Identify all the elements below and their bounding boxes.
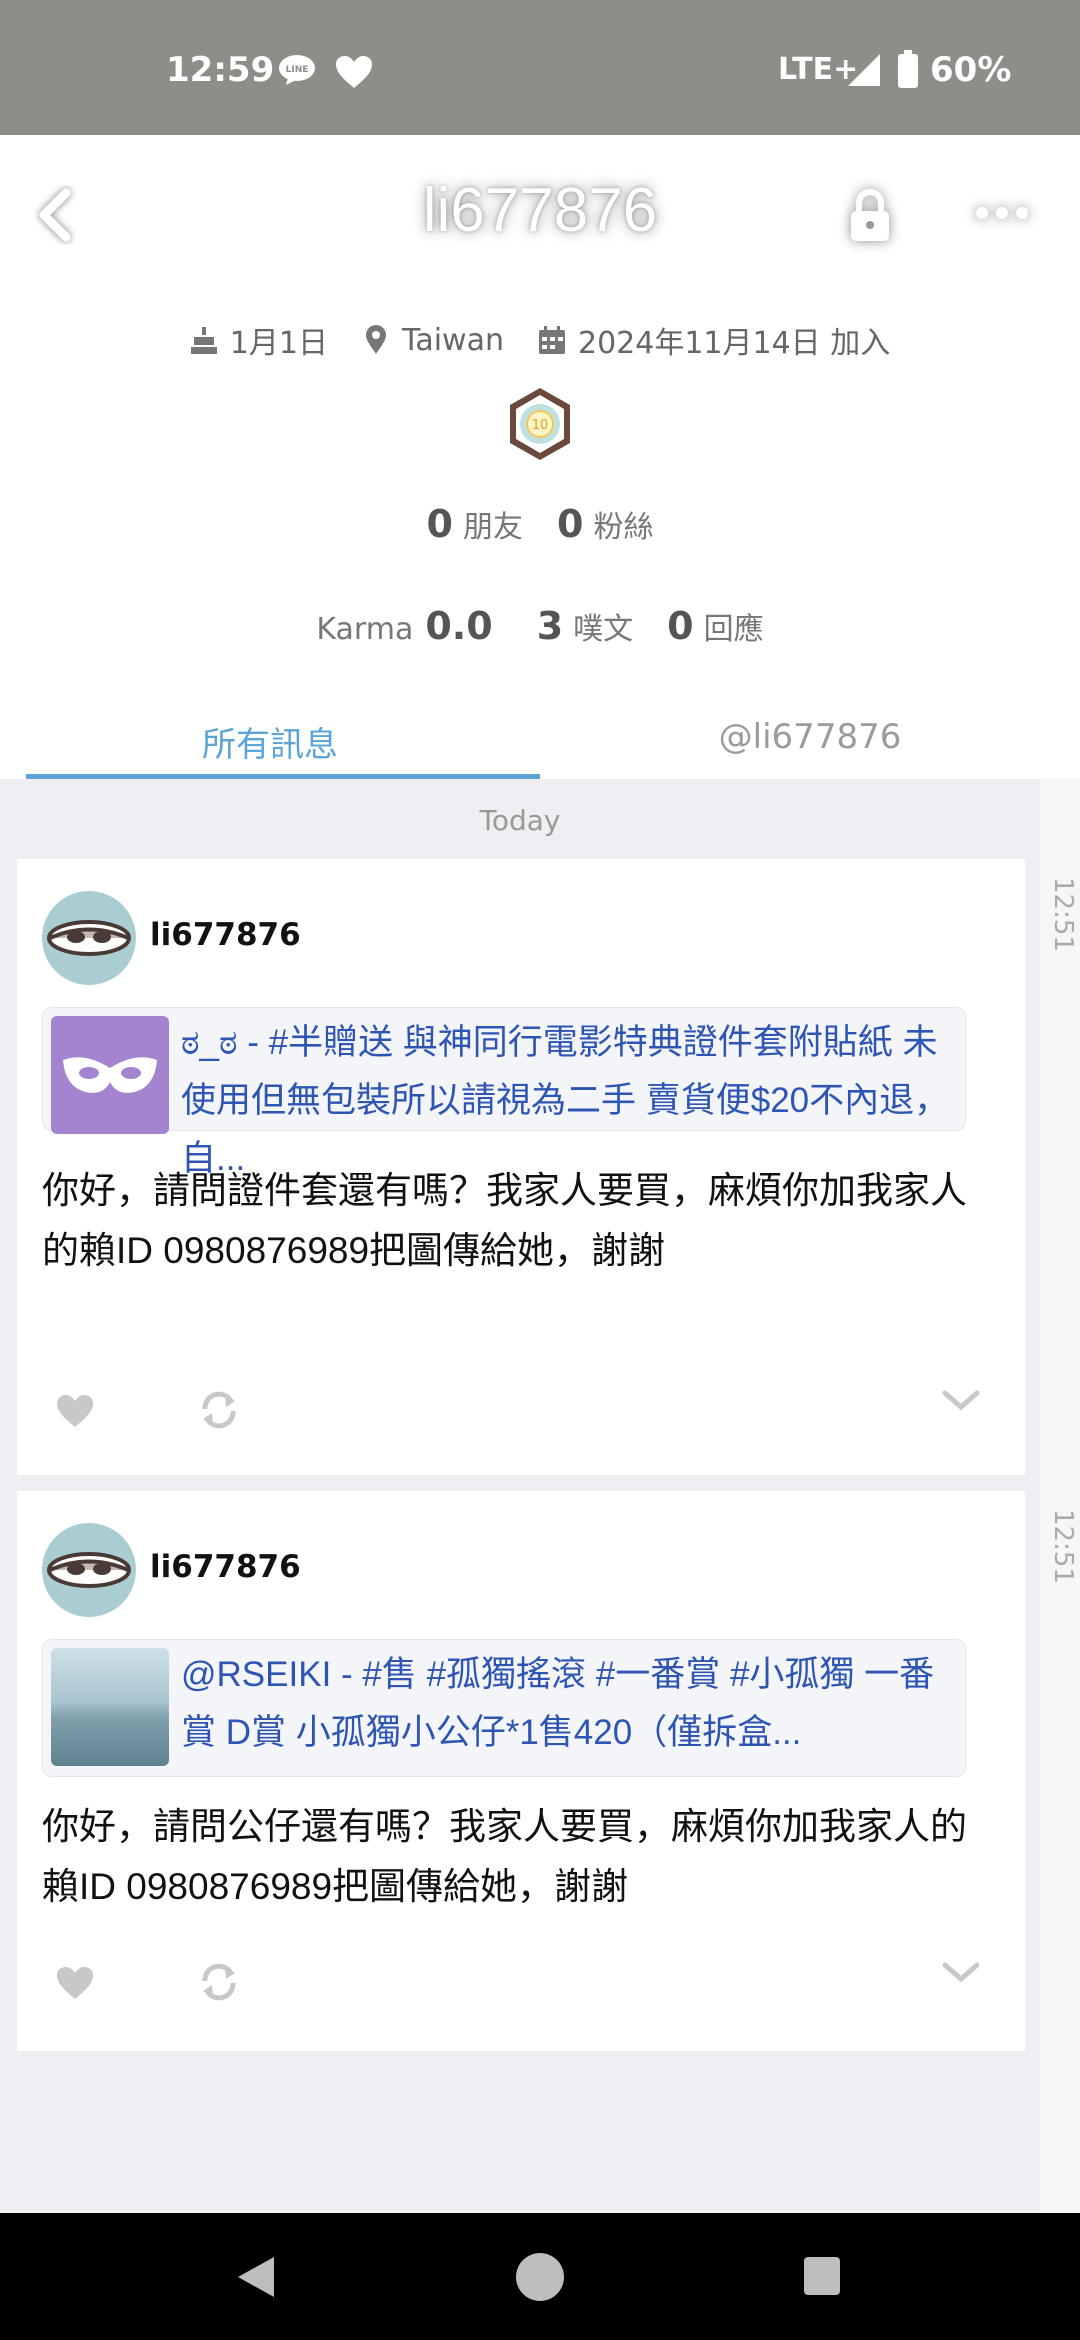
timeline-strip [1040, 779, 1080, 2213]
birthday-info: 1月1日 [190, 318, 328, 362]
nav-back-icon[interactable] [234, 2253, 278, 2301]
avatar[interactable] [42, 1523, 136, 1617]
line-app-icon: LINE [279, 55, 315, 85]
fans-stat[interactable]: 0 粉絲 [557, 502, 653, 546]
status-bar: 12:59 LINE LTE+ 60% [0, 0, 1080, 135]
status-time: 12:59 [166, 50, 275, 90]
fans-label: 粉絲 [593, 510, 654, 545]
page-title: li677876 [422, 176, 658, 245]
nav-home-icon[interactable] [514, 2251, 566, 2303]
friends-stat[interactable]: 0 朋友 [427, 502, 523, 546]
quoted-plurk[interactable]: ಠ_ಠ - #半贈送 與神同行電影特典證件套附貼紙 未使用但無包裝所以請視為二手… [42, 1007, 966, 1178]
friends-fans-row: 0 朋友 0 粉絲 [0, 502, 1080, 546]
avatar[interactable] [42, 891, 136, 985]
post-author[interactable]: li677876 [150, 1549, 301, 1585]
post-time: 12:51 [1048, 877, 1078, 952]
post-author[interactable]: li677876 [150, 917, 301, 953]
plurks-stat: 3 噗文 [537, 604, 633, 648]
svg-text:LINE: LINE [286, 65, 309, 75]
fans-count: 0 [557, 502, 584, 546]
profile-tabs: 所有訊息 @li677876 [0, 705, 1080, 779]
responses-count: 0 [667, 604, 694, 648]
friends-label: 朋友 [463, 510, 523, 545]
battery-percent: 60% [930, 50, 1012, 90]
system-navigation-bar [0, 2213, 1080, 2340]
signal-icon [848, 54, 880, 86]
date-separator: Today [479, 804, 561, 837]
post-body: 你好，請問證件套還有嗎？我家人要買，麻煩你加我家人的賴ID 0980876989… [42, 1170, 967, 1271]
post-body: 你好，請問公仔還有嗎？我家人要買，麻煩你加我家人的賴ID 0980876989把… [42, 1806, 967, 1907]
responses-label: 回應 [703, 612, 764, 647]
timeline-feed[interactable]: Today 12:51 12:51 li677876 ಠ_ಠ - #半贈送 與神… [0, 779, 1080, 2213]
joined-info: 2024年11月14日 加入 [538, 318, 890, 362]
plurks-label: 噗文 [573, 612, 634, 647]
profile-info-row: 1月1日 Taiwan 2024年11月14日 加入 [0, 318, 1080, 362]
more-options-icon[interactable] [974, 201, 1030, 225]
tab-all-messages[interactable]: 所有訊息 [0, 705, 540, 779]
plurk-card[interactable]: li677876 ಠ_ಠ - #半贈送 與神同行電影特典證件套附貼紙 未使用但無… [17, 859, 1025, 1475]
karma-value: 0.0 [425, 604, 493, 648]
calendar-icon [538, 326, 565, 354]
quote-thumbnail [51, 1648, 169, 1766]
nav-recents-icon[interactable] [802, 2255, 842, 2297]
location-info: Taiwan [362, 323, 504, 358]
plurks-count: 3 [536, 604, 564, 648]
cake-icon [190, 327, 217, 354]
battery-icon [898, 50, 918, 88]
birthday-text: 1月1日 [229, 326, 328, 361]
chevron-down-icon[interactable] [941, 1389, 981, 1413]
quoted-plurk[interactable]: @RSEIKI - #售 #孤獨搖滾 #一番賞 #小孤獨 一番賞 D賞 小孤獨小… [42, 1639, 966, 1777]
friends-count: 0 [426, 502, 453, 546]
lock-icon[interactable] [848, 187, 892, 243]
profile-header: li677876 [0, 135, 1080, 285]
chevron-down-icon[interactable] [941, 1961, 981, 1985]
plurk-card[interactable]: li677876 @RSEIKI - #售 #孤獨搖滾 #一番賞 #小孤獨 一番… [17, 1491, 1025, 2051]
karma-stat: Karma 0.0 [316, 604, 502, 648]
replurk-icon[interactable] [199, 1963, 239, 2001]
post-time: 12:51 [1048, 1509, 1078, 1584]
badge-level: 10 [532, 418, 549, 433]
karma-badge-icon[interactable]: 10 [506, 386, 574, 462]
quote-text: @RSEIKI - #售 #孤獨搖滾 #一番賞 #小孤獨 一番賞 D賞 小孤獨小… [181, 1655, 935, 1752]
responses-stat: 0 回應 [667, 604, 763, 648]
heart-like-icon[interactable] [55, 1965, 95, 2001]
eye-avatar-icon [47, 920, 131, 956]
heart-notification-icon [336, 56, 372, 88]
tab-mentions[interactable]: @li677876 [540, 705, 1080, 779]
joined-text: 2024年11月14日 加入 [577, 326, 891, 361]
replurk-icon[interactable] [199, 1391, 239, 1429]
location-pin-icon [365, 325, 386, 354]
eye-avatar-icon [47, 1552, 131, 1588]
karma-label: Karma [316, 612, 414, 647]
mask-icon [63, 1057, 157, 1093]
quote-thumbnail [51, 1016, 169, 1134]
karma-stats-row: Karma 0.0 3 噗文 0 回應 [0, 604, 1080, 648]
location-text: Taiwan [401, 322, 504, 358]
heart-like-icon[interactable] [55, 1393, 95, 1429]
